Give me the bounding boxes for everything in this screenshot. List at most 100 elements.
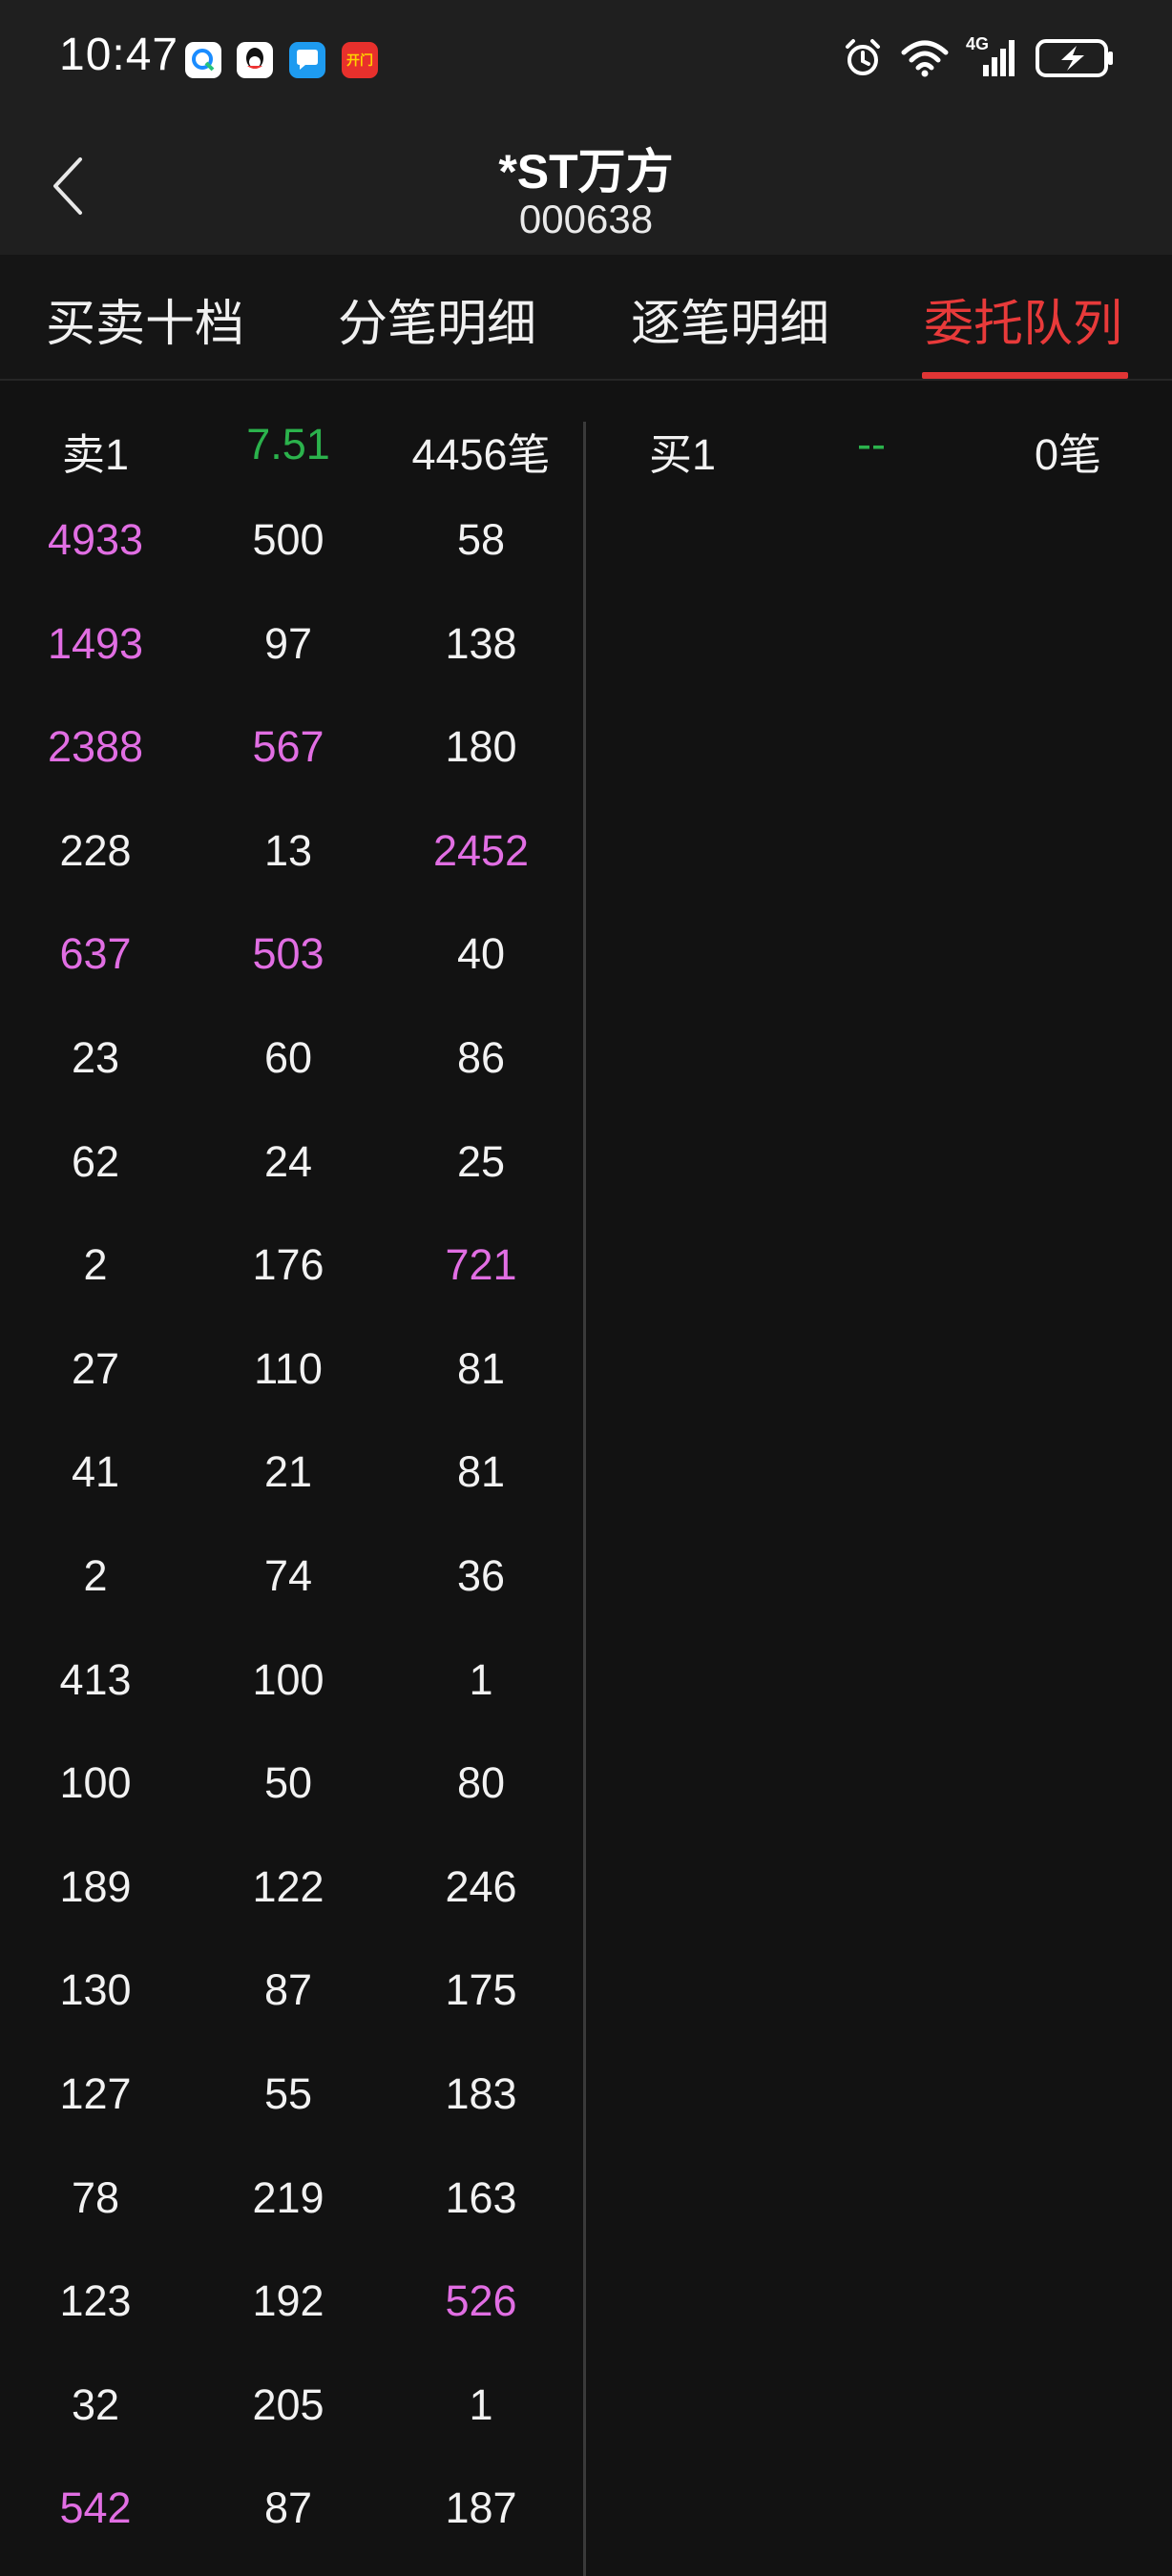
queue-order-volume: 526 [445,2276,517,2326]
queue-row: 23 60 86 [0,1007,582,1111]
stock-code: 000638 [518,197,654,241]
queue-order-volume: 1 [469,2379,493,2429]
queue-order-volume: 78 [71,2172,120,2222]
queue-order-volume: 413 [59,1654,132,1704]
queue-order-volume: 24 [263,1136,313,1186]
stock-header: *ST万方 000638 [0,116,1172,255]
message-app-icon [289,42,325,78]
queue-order-volume: 41 [71,1447,120,1497]
queue-order-volume: 87 [263,2483,313,2533]
queue-order-volume: 246 [445,1861,517,1911]
queue-row: 130 87 175 [0,1939,582,2043]
news-app-icon-text: 开门 [346,52,373,68]
queue-order-volume: 187 [445,2483,517,2533]
sell-level-label: 卖1 [61,430,130,479]
queue-order-volume: 228 [59,825,132,875]
queue-row: 189 122 246 [0,1836,582,1940]
signal-icon: 4G [966,34,1017,78]
status-time: 10:47 [59,30,179,80]
qq-app-icon [237,42,273,78]
queue-order-volume: 4933 [47,515,144,564]
queue-row: 123 192 526 [0,2250,582,2354]
queue-order-volume: 122 [252,1861,324,1911]
queue-row: 2 74 36 [0,1525,582,1629]
queue-order-volume: 637 [59,929,132,979]
tab-bar: 买卖十档 分笔明细 逐笔明细 委托队列 [0,255,1172,381]
queue-order-volume: 32 [71,2379,120,2429]
queue-order-volume: 163 [445,2172,517,2222]
queue-row: 228 13 2452 [0,800,582,904]
queue-order-volume: 503 [252,929,324,979]
queue-order-volume: 36 [456,1551,506,1600]
queue-order-volume: 567 [252,722,324,772]
queue-order-volume: 189 [59,1861,132,1911]
queue-row: 62 24 25 [0,1111,582,1215]
queue-order-volume: 25 [456,1136,506,1186]
queue-order-volume: 27 [71,1343,120,1393]
queue-order-volume: 80 [456,1758,506,1808]
wifi-icon [901,40,949,77]
queue-order-volume: 2 [83,1240,108,1290]
queue-order-volume: 127 [59,2069,132,2118]
queue-order-volume: 500 [252,515,324,564]
tab-tick-detail[interactable]: 分笔明细 [338,283,536,355]
queue-order-volume: 205 [252,2379,324,2429]
tab-trade-by-trade[interactable]: 逐笔明细 [631,283,829,355]
queue-row: 2 176 721 [0,1214,582,1318]
queue-row: 41 21 81 [0,1421,582,1525]
queue-row: 100 50 80 [0,1732,582,1836]
queue-order-volume: 138 [445,618,517,668]
queue-order-volume: 60 [263,1033,313,1082]
queue-order-volume: 50 [263,1758,313,1808]
queue-order-volume: 721 [445,1240,517,1290]
queue-order-volume: 2452 [432,825,530,875]
tab-order-queue[interactable]: 委托队列 [924,283,1122,355]
queue-order-volume: 1 [469,1654,493,1704]
queue-order-volume: 219 [252,2172,324,2222]
queue-order-volume: 175 [445,1965,517,2015]
queue-row: 127 55 183 [0,2043,582,2147]
queue-order-volume: 21 [263,1447,313,1497]
queue-order-volume: 58 [456,515,506,564]
battery-charging-icon [1036,39,1113,77]
queue-order-volume: 2388 [47,722,144,772]
queue-order-volume: 81 [456,1447,506,1497]
queue-order-volume: 100 [252,1654,324,1704]
queue-order-volume: 13 [263,825,313,875]
maps-app-icon [185,42,221,78]
queue-order-volume: 130 [59,1965,132,2015]
queue-row: 1493 97 138 [0,592,582,696]
queue-order-volume: 183 [445,2069,517,2118]
alarm-icon [846,39,880,75]
sell-order-count: 4456笔 [411,430,551,479]
sell-price: 7.51 [246,420,330,468]
buy-order-count: 0笔 [1035,430,1102,479]
queue-order-volume: 81 [456,1343,506,1393]
queue-order-volume: 74 [263,1551,313,1600]
queue-order-volume: 1493 [47,618,144,668]
queue-divider [583,422,586,2576]
queue-row: 78 219 163 [0,2147,582,2251]
queue-row: 637 503 40 [0,903,582,1007]
queue-order-volume: 123 [59,2276,132,2326]
queue-order-volume: 100 [59,1758,132,1808]
active-tab-indicator [922,372,1128,379]
queue-row: 27 110 81 [0,1318,582,1422]
queue-order-volume: 2 [83,1551,108,1600]
queue-row: 32 205 1 [0,2354,582,2458]
queue-order-volume: 542 [59,2483,132,2533]
queue-order-volume: 23 [71,1033,120,1082]
queue-row: 542 87 187 [0,2457,582,2561]
queue-order-volume: 110 [254,1343,323,1393]
queue-order-volume: 40 [456,929,506,979]
queue-order-volume: 180 [445,722,517,772]
queue-row: 4933 500 58 [0,488,582,592]
status-bar: 10:47 开门 4G [0,0,1172,116]
news-app-icon: 开门 [342,42,378,78]
stock-name: *ST万方 [498,145,674,198]
queue-order-volume: 176 [252,1240,324,1290]
queue-order-volume: 55 [263,2069,313,2118]
buy-price: -- [857,420,886,468]
tab-order-book[interactable]: 买卖十档 [46,283,244,355]
queue-order-volume: 62 [71,1136,120,1186]
